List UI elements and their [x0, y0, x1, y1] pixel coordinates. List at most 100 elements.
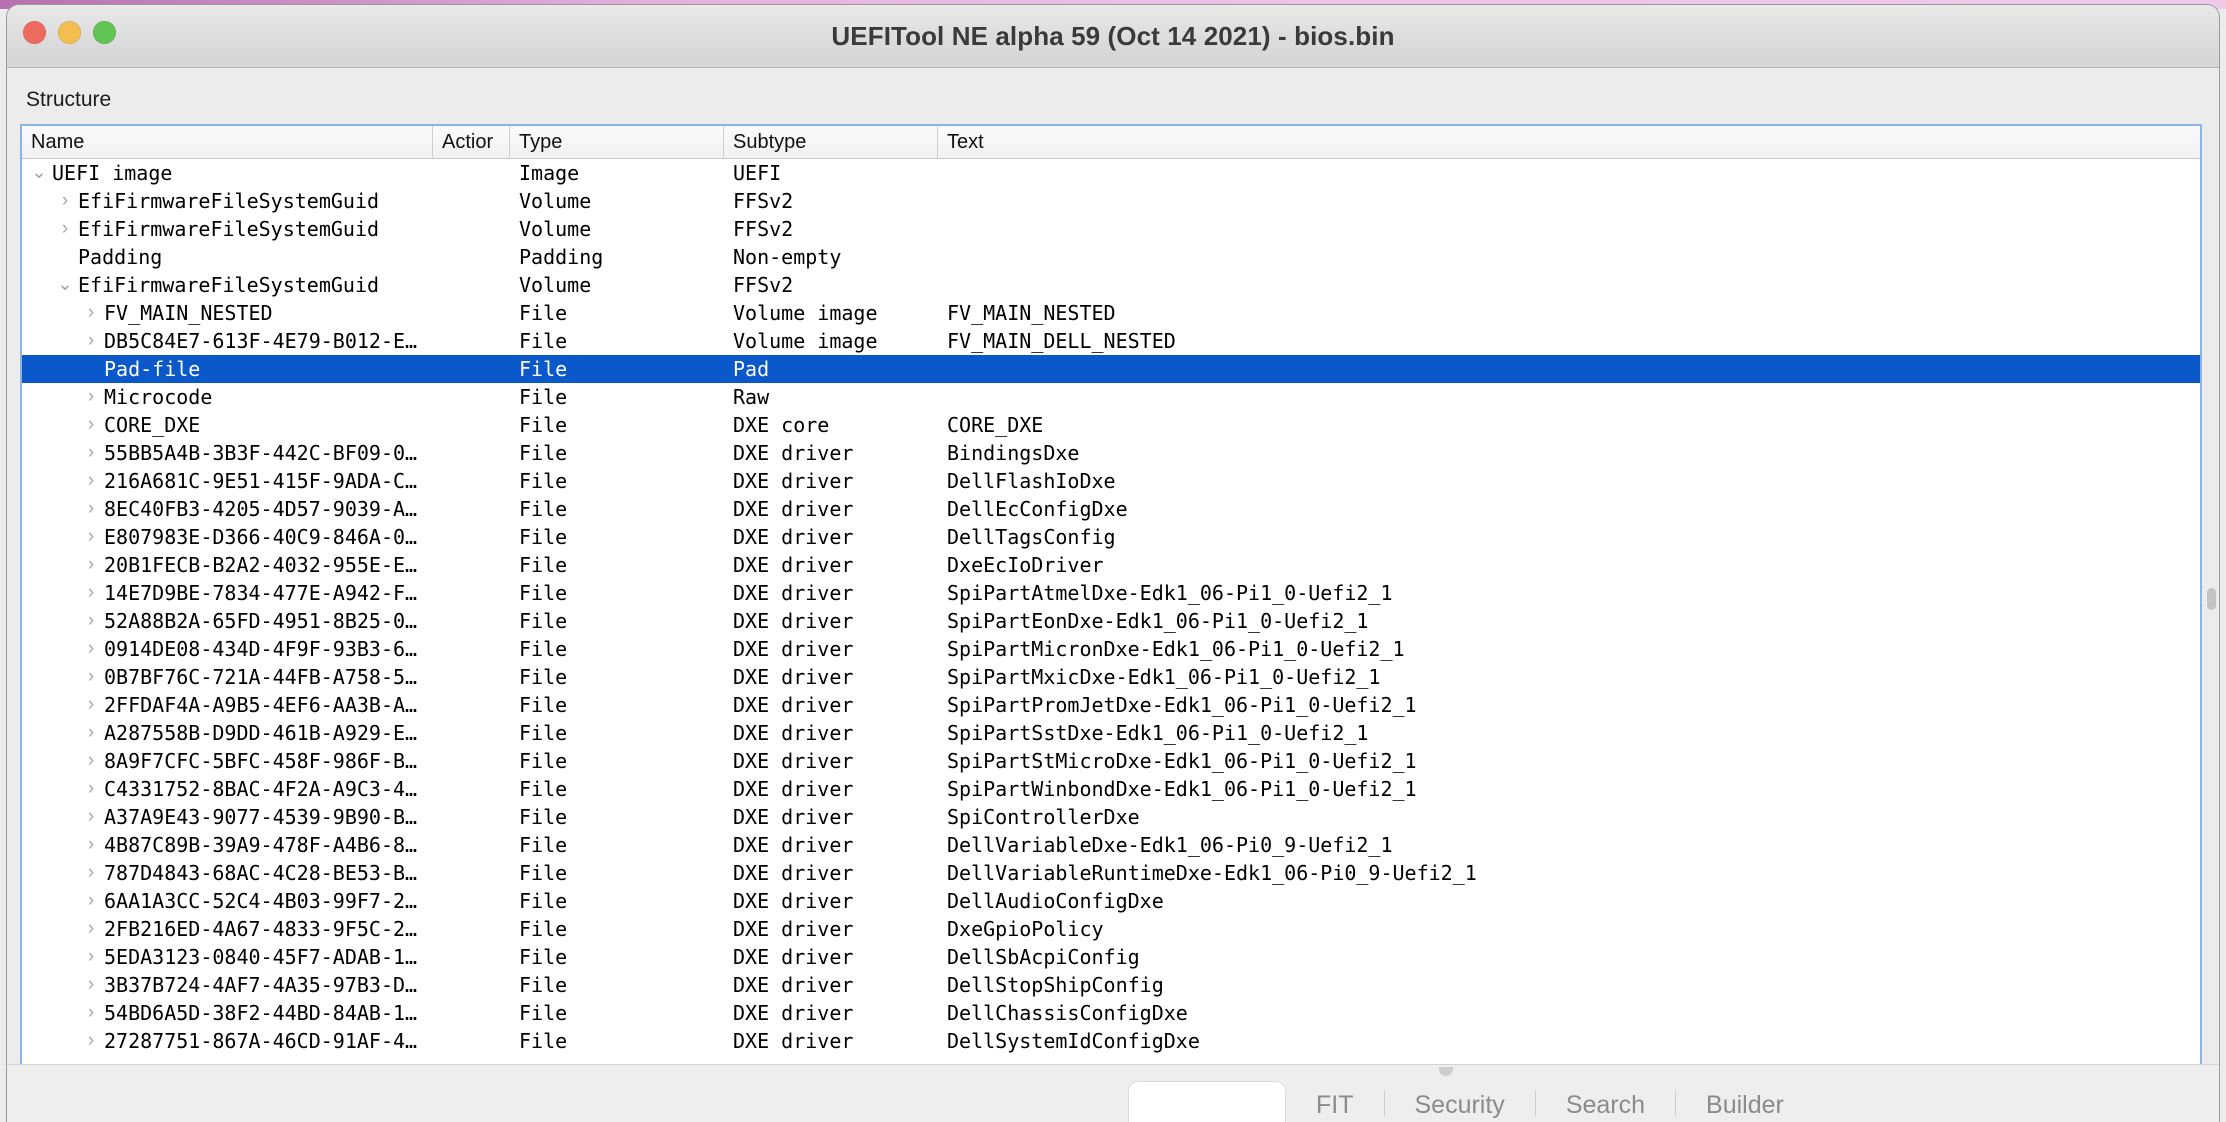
chevron-right-icon[interactable]: › — [80, 775, 102, 803]
chevron-right-icon[interactable]: › — [80, 299, 102, 327]
table-row[interactable]: › 14E7D9BE-7834-477E-A942-F… File DXE drive… — [22, 579, 2200, 607]
chevron-right-icon[interactable]: › — [80, 915, 102, 943]
table-row[interactable]: › 2FFDAF4A-A9B5-4EF6-AA3B-A… File DXE drive… — [22, 691, 2200, 719]
table-row[interactable]: ⌄ EfiFirmwareFileSystemGuid Volume FFSv2 — [22, 271, 2200, 299]
table-row[interactable]: › EfiFirmwareFileSystemGuid Volume FFSv2 — [22, 187, 2200, 215]
cell-subtype: DXE driver — [733, 609, 854, 633]
chevron-right-icon[interactable]: › — [80, 327, 102, 355]
cell-text: SpiPartMicronDxe-Edk1_06-Pi1_0-Uefi2_1 — [947, 637, 1405, 661]
column-header-action[interactable]: Actior — [433, 126, 510, 158]
vertical-scrollbar-thumb[interactable] — [2207, 588, 2216, 610]
tab-fit[interactable]: FIT — [1286, 1082, 1384, 1122]
cell-type: File — [519, 945, 568, 969]
table-row[interactable]: › 54BD6A5D-38F2-44BD-84AB-1… File DXE drive… — [22, 999, 2200, 1027]
tab-active[interactable] — [1129, 1082, 1285, 1122]
chevron-right-icon[interactable]: › — [80, 747, 102, 775]
table-row[interactable]: › 5EDA3123-0840-45F7-ADAB-1… File DXE drive… — [22, 943, 2200, 971]
column-header-type[interactable]: Type — [510, 126, 724, 158]
cell-name: › 0B7BF76C-721A-44FB-A758-5… — [22, 663, 433, 691]
chevron-right-icon[interactable]: › — [80, 719, 102, 747]
chevron-right-icon[interactable]: › — [80, 943, 102, 971]
row-name-label: 2FB216ED-4A67-4833-9F5C-2… — [104, 917, 418, 941]
cell-subtype: DXE driver — [733, 833, 854, 857]
table-row[interactable]: › 27287751-867A-46CD-91AF-4… File DXE drive… — [22, 1027, 2200, 1055]
column-header-name[interactable]: Name — [22, 126, 433, 158]
chevron-right-icon[interactable]: › — [80, 495, 102, 523]
table-row[interactable]: › EfiFirmwareFileSystemGuid Volume FFSv2 — [22, 215, 2200, 243]
table-row[interactable]: › 0914DE08-434D-4F9F-93B3-6… File DXE drive… — [22, 635, 2200, 663]
table-row[interactable]: › CORE_DXE File DXE core CORE_DXE — [22, 411, 2200, 439]
cell-subtype: DXE driver — [733, 553, 854, 577]
structure-tree[interactable]: Name Actior Type Subtype Text ⌄ UEFI imag… — [20, 124, 2202, 1122]
table-row[interactable]: › 8A9F7CFC-5BFC-458F-986F-B… File DXE drive… — [22, 747, 2200, 775]
chevron-right-icon[interactable]: › — [80, 551, 102, 579]
chevron-right-icon[interactable]: › — [80, 859, 102, 887]
chevron-right-icon[interactable]: › — [80, 383, 102, 411]
table-row[interactable]: › 52A88B2A-65FD-4951-8B25-0… File DXE drive… — [22, 607, 2200, 635]
chevron-right-icon[interactable]: › — [80, 467, 102, 495]
cell-text: SpiPartMxicDxe-Edk1_06-Pi1_0-Uefi2_1 — [947, 665, 1381, 689]
table-row[interactable]: › 20B1FECB-B2A2-4032-955E-E… File DXE drive… — [22, 551, 2200, 579]
chevron-right-icon[interactable]: › — [80, 523, 102, 551]
row-name-label: E807983E-D366-40C9-846A-0… — [104, 525, 418, 549]
table-row[interactable]: Pad-file File Pad — [22, 355, 2200, 383]
table-row[interactable]: › 6AA1A3CC-52C4-4B03-99F7-2… File DXE drive… — [22, 887, 2200, 915]
cell-name: › FV_MAIN_NESTED — [22, 299, 433, 327]
table-row[interactable]: › A287558B-D9DD-461B-A929-E… File DXE drive… — [22, 719, 2200, 747]
row-name-label: 787D4843-68AC-4C28-BE53-B… — [104, 861, 418, 885]
table-row[interactable]: › DB5C84E7-613F-4E79-B012-E… File Volume im… — [22, 327, 2200, 355]
table-row[interactable]: › FV_MAIN_NESTED File Volume image FV_MAIN_N… — [22, 299, 2200, 327]
chevron-right-icon[interactable]: › — [80, 635, 102, 663]
cell-type: File — [519, 413, 568, 437]
cell-text: DxeEcIoDriver — [947, 553, 1104, 577]
chevron-right-icon[interactable]: › — [80, 803, 102, 831]
chevron-right-icon[interactable]: › — [54, 215, 76, 243]
table-row[interactable]: › 3B37B724-4AF7-4A35-97B3-D… File DXE drive… — [22, 971, 2200, 999]
cell-type: File — [519, 693, 568, 717]
chevron-right-icon[interactable]: › — [80, 999, 102, 1027]
chevron-right-icon[interactable]: › — [80, 1027, 102, 1055]
chevron-right-icon[interactable]: › — [80, 971, 102, 999]
chevron-right-icon[interactable]: › — [80, 439, 102, 467]
table-row[interactable]: › 8EC40FB3-4205-4D57-9039-A… File DXE drive… — [22, 495, 2200, 523]
window-body: Structure Name Actior Type Subtype Text … — [7, 68, 2219, 1122]
chevron-down-icon[interactable]: ⌄ — [54, 271, 76, 299]
table-row[interactable]: › 55BB5A4B-3B3F-442C-BF09-0… File DXE drive… — [22, 439, 2200, 467]
chevron-right-icon[interactable]: › — [80, 663, 102, 691]
column-header-subtype[interactable]: Subtype — [724, 126, 938, 158]
cell-name: › 52A88B2A-65FD-4951-8B25-0… — [22, 607, 433, 635]
chevron-right-icon[interactable]: › — [54, 187, 76, 215]
table-row[interactable]: › A37A9E43-9077-4539-9B90-B… File DXE drive… — [22, 803, 2200, 831]
cell-name: › 14E7D9BE-7834-477E-A942-F… — [22, 579, 433, 607]
table-row[interactable]: › 4B87C89B-39A9-478F-A4B6-8… File DXE drive… — [22, 831, 2200, 859]
tab-search[interactable]: Search — [1536, 1082, 1675, 1122]
table-row[interactable]: › Microcode File Raw — [22, 383, 2200, 411]
table-row[interactable]: ⌄ UEFI image Image UEFI — [22, 159, 2200, 187]
twisty-placeholder-icon — [54, 243, 76, 271]
chevron-right-icon[interactable]: › — [80, 411, 102, 439]
cell-text: DellSbAcpiConfig — [947, 945, 1140, 969]
table-row[interactable]: › 787D4843-68AC-4C28-BE53-B… File DXE drive… — [22, 859, 2200, 887]
chevron-right-icon[interactable]: › — [80, 887, 102, 915]
table-row[interactable]: › C4331752-8BAC-4F2A-A9C3-4… File DXE drive… — [22, 775, 2200, 803]
chevron-right-icon[interactable]: › — [80, 831, 102, 859]
chevron-right-icon[interactable]: › — [80, 607, 102, 635]
table-row[interactable]: › 0B7BF76C-721A-44FB-A758-5… File DXE drive… — [22, 663, 2200, 691]
tab-security[interactable]: Security — [1385, 1082, 1535, 1122]
chevron-right-icon[interactable]: › — [80, 579, 102, 607]
column-header-text[interactable]: Text — [938, 126, 2198, 158]
cell-text: SpiPartEonDxe-Edk1_06-Pi1_0-Uefi2_1 — [947, 609, 1369, 633]
tab-builder[interactable]: Builder — [1676, 1082, 1814, 1122]
table-row[interactable]: Padding Padding Non-empty — [22, 243, 2200, 271]
row-name-label: DB5C84E7-613F-4E79-B012-E… — [104, 329, 418, 353]
chevron-down-icon[interactable]: ⌄ — [28, 159, 50, 187]
table-row[interactable]: › 216A681C-9E51-415F-9ADA-C… File DXE drive… — [22, 467, 2200, 495]
table-row[interactable]: › E807983E-D366-40C9-846A-0… File DXE drive… — [22, 523, 2200, 551]
cell-type: File — [519, 805, 568, 829]
tab-bar-grip-icon[interactable] — [1439, 1067, 1453, 1076]
table-row[interactable]: › 2FB216ED-4A67-4833-9F5C-2… File DXE drive… — [22, 915, 2200, 943]
cell-subtype: Volume image — [733, 329, 878, 353]
chevron-right-icon[interactable]: › — [80, 691, 102, 719]
cell-name: › 27287751-867A-46CD-91AF-4… — [22, 1027, 433, 1055]
cell-name: › DB5C84E7-613F-4E79-B012-E… — [22, 327, 433, 355]
